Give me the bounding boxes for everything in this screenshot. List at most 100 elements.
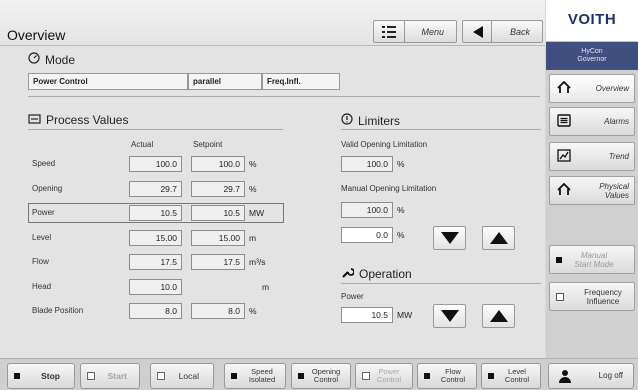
arrow-up-icon (489, 232, 508, 244)
nav-alarms[interactable]: Alarms (549, 107, 635, 136)
setpoint-value: 8.0 (191, 303, 245, 319)
divider (28, 96, 540, 97)
square-icon (231, 373, 237, 379)
nav-overview-label: Overview (595, 84, 629, 93)
arrow-up-icon (489, 310, 508, 322)
row-label: Power (32, 208, 55, 217)
valid-opening-unit: % (397, 159, 405, 169)
product-badge: HyCon Governor (546, 42, 638, 70)
nav-trend[interactable]: Trend (549, 142, 635, 171)
list-icon (557, 114, 571, 129)
square-icon (424, 373, 430, 379)
square-icon (488, 373, 494, 379)
info-icon (341, 113, 353, 128)
nav-physical-values[interactable]: Physical Values (549, 176, 635, 205)
checkbox-icon (87, 372, 95, 380)
square-icon (556, 256, 562, 263)
bottom-toolbar: Stop Start Local Speed Isolated Opening … (0, 358, 638, 390)
unit-label: m (249, 233, 257, 243)
row-label: Speed (32, 159, 56, 168)
nav-trend-label: Trend (608, 152, 629, 161)
separator (491, 21, 492, 42)
level-control-button[interactable]: Level Control (481, 363, 541, 389)
unit-label: % (249, 184, 257, 194)
logoff-button[interactable]: Log off (548, 363, 634, 389)
separator (404, 21, 405, 42)
page-title: Overview (7, 27, 66, 43)
col-setpoint: Setpoint (193, 140, 223, 149)
row-label: Blade Position (32, 306, 84, 315)
back-label: Back (509, 26, 530, 37)
back-button[interactable]: Back (462, 20, 543, 43)
divider (341, 129, 541, 130)
checkbox-icon (362, 372, 370, 380)
local-button[interactable]: Local (150, 363, 214, 389)
flow-control-button[interactable]: Flow Control (417, 363, 477, 389)
unit-label: % (249, 159, 257, 169)
divider (341, 283, 541, 284)
home-icon (557, 182, 571, 198)
actual-value: 10.0 (129, 279, 182, 295)
stop-button[interactable]: Stop (7, 363, 75, 389)
start-label: Start (107, 371, 127, 381)
square-icon (14, 373, 20, 379)
menu-label: Menu (421, 26, 444, 37)
menu-button[interactable]: Menu (373, 20, 457, 43)
right-sidebar: VOITH HyCon Governor Overview Alarms Tre… (546, 0, 638, 390)
speed-isolated-button[interactable]: Speed Isolated (224, 363, 286, 389)
actual-value: 15.00 (129, 230, 182, 246)
power-setpoint-unit: MW (397, 310, 413, 320)
row-label: Level (32, 233, 52, 242)
home-icon (557, 80, 571, 96)
row-label: Opening (32, 184, 63, 193)
arrow-down-icon (440, 310, 459, 322)
level-control-label: Level Control (504, 367, 530, 384)
manual-opening-unit: % (397, 205, 405, 215)
opening-control-button[interactable]: Opening Control (291, 363, 351, 389)
mode-cell-freq: Freq.Infl. (262, 73, 340, 90)
product-line1: HyCon (581, 48, 603, 55)
operation-heading: Operation (341, 266, 412, 282)
valid-opening-label: Valid Opening Limitation (341, 140, 428, 149)
manual-opening-label: Manual Opening Limitation (341, 184, 437, 193)
manual-start-mode-button[interactable]: Manual Start Mode (549, 245, 635, 274)
user-icon (559, 369, 571, 383)
unit-label: % (249, 306, 257, 316)
unit-label: m (262, 282, 270, 292)
row-label: Flow (32, 257, 49, 266)
power-control-label: Power Control (376, 367, 402, 384)
manual-opening-value: 100.0 (341, 202, 393, 218)
actual-value: 17.5 (129, 254, 182, 270)
power-label: Power (341, 292, 364, 301)
frequency-influence-label: Frequency Influence (584, 287, 622, 306)
main-panel: Mode Power Control parallel Freq.Infl. P… (0, 46, 545, 358)
power-setpoint-input[interactable]: 10.5 (341, 307, 393, 323)
trend-icon (557, 149, 571, 164)
manual-opening-input[interactable]: 0.0 (341, 227, 393, 243)
mode-cell-control: Power Control (28, 73, 188, 90)
arrow-down-icon (440, 232, 459, 244)
mode-row: Power Control parallel Freq.Infl. (28, 73, 340, 90)
mode-title: Mode (45, 52, 76, 67)
gauge-icon (28, 52, 40, 67)
nav-overview[interactable]: Overview (549, 74, 635, 103)
logoff-label: Log off (598, 371, 623, 380)
checkbox-icon (556, 292, 564, 301)
process-values-heading: Process Values (28, 113, 128, 127)
limit-increase-button[interactable] (482, 226, 515, 250)
power-increase-button[interactable] (482, 304, 515, 328)
power-control-button[interactable]: Power Control (355, 363, 413, 389)
power-decrease-button[interactable] (433, 304, 466, 328)
nav-physical-values-label: Physical Values (599, 181, 629, 200)
mode-heading: Mode (28, 52, 75, 67)
manual-opening-input-unit: % (397, 230, 405, 240)
actual-value: 29.7 (129, 181, 182, 197)
mode-cell-parallel: parallel (188, 73, 262, 90)
checkbox-icon (157, 372, 165, 380)
setpoint-value: 10.5 (191, 205, 245, 221)
limit-decrease-button[interactable] (433, 226, 466, 250)
frequency-influence-toggle[interactable]: Frequency Influence (549, 282, 635, 311)
operation-title: Operation (359, 267, 412, 281)
logo-text: VOITH (567, 11, 617, 28)
start-button[interactable]: Start (80, 363, 140, 389)
